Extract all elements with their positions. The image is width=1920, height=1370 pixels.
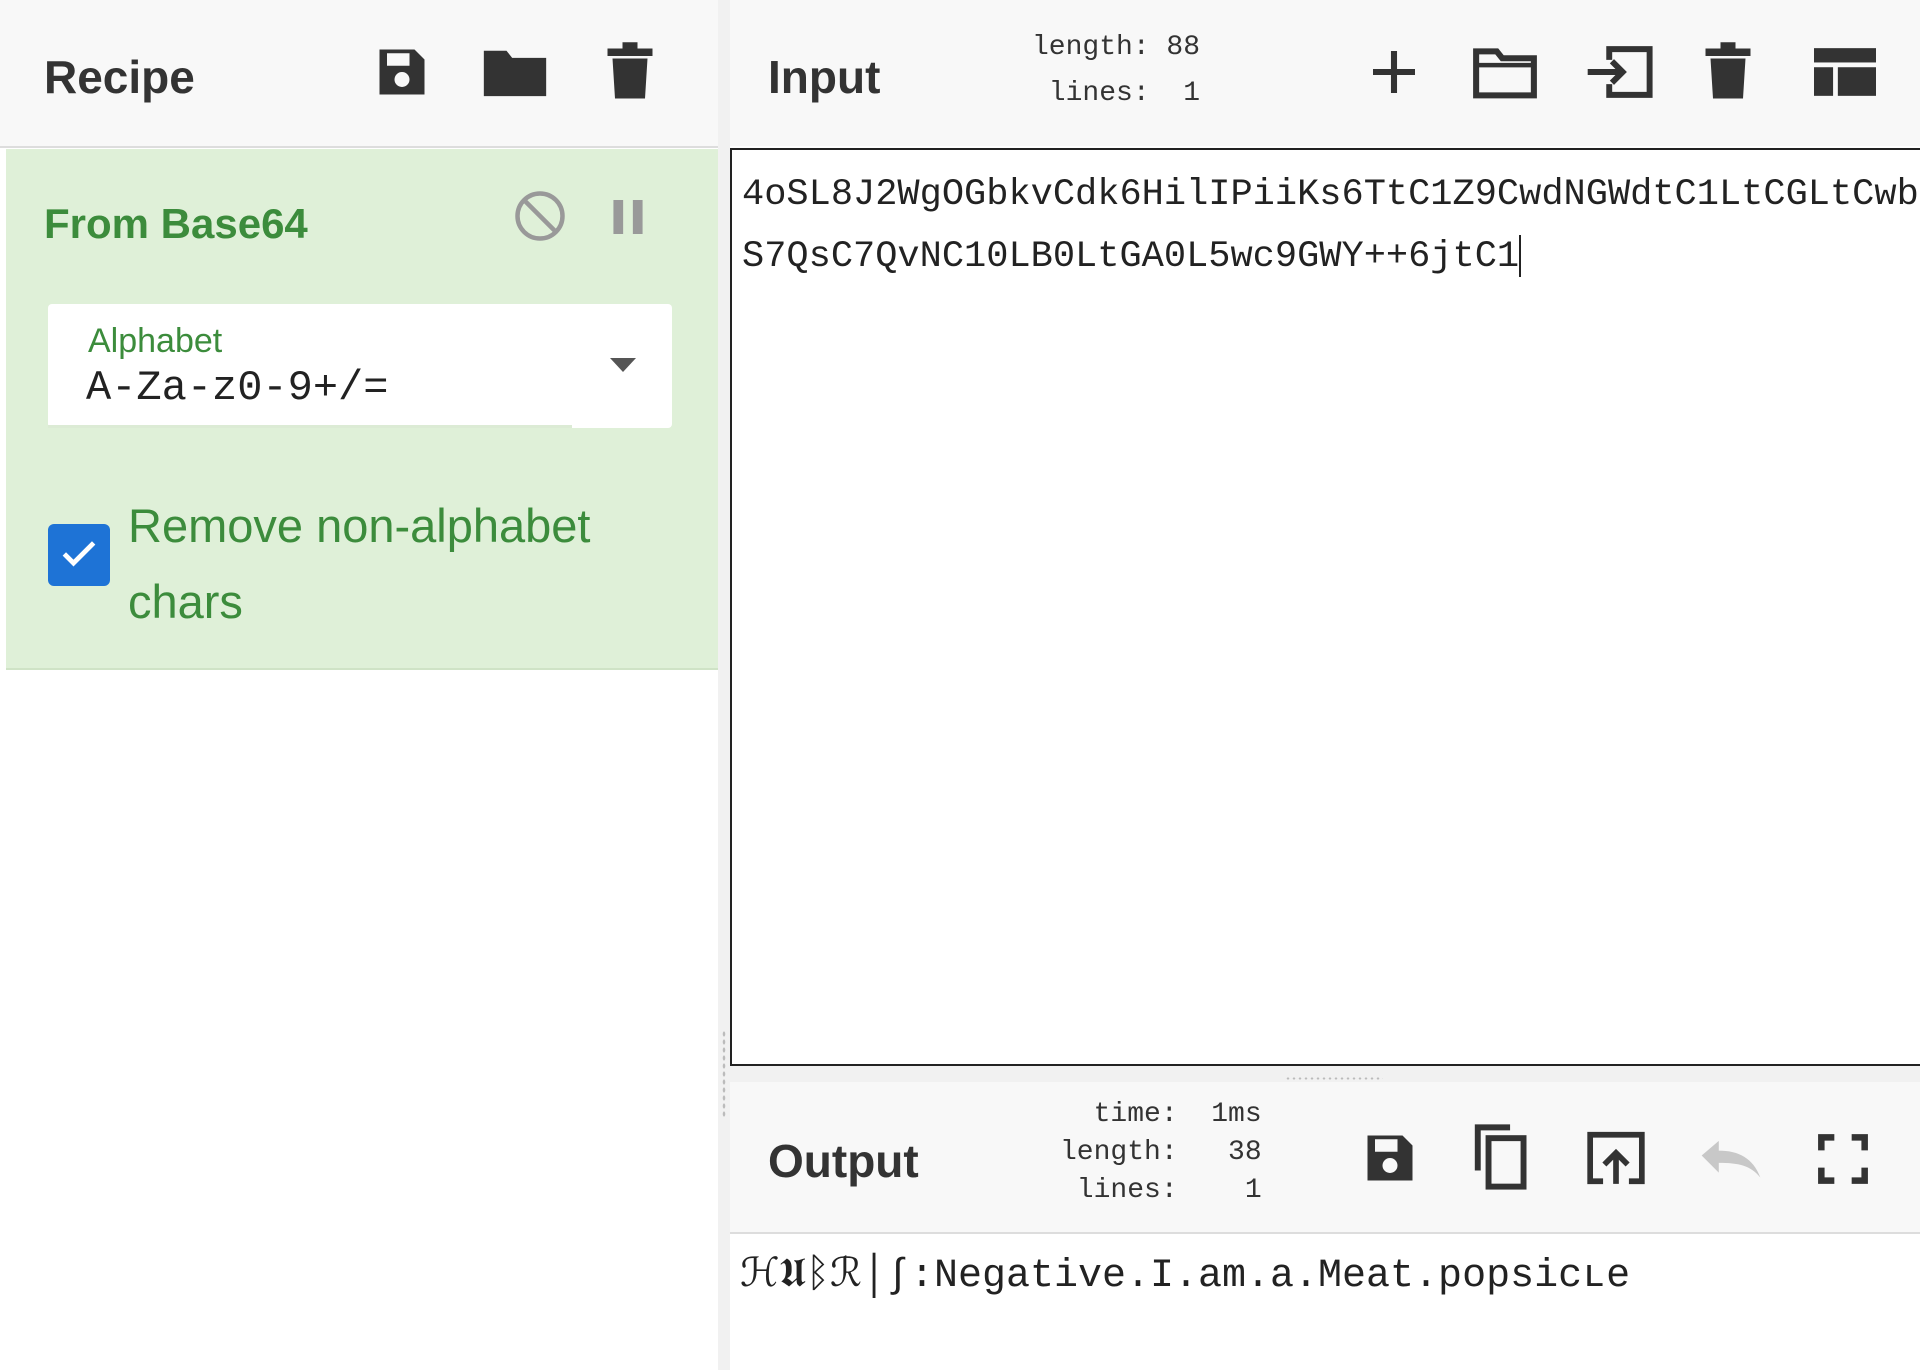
output-text: ℋ𝖀ᛒℛ│∫:Negative.I.am.a.Meat.popsicʟe — [740, 1254, 1631, 1299]
open-folder-icon[interactable] — [1470, 40, 1540, 104]
trash-icon[interactable] — [1698, 38, 1758, 104]
undo-icon[interactable] — [1696, 1130, 1766, 1186]
checkmark-icon — [57, 531, 101, 580]
save-icon[interactable] — [1358, 1126, 1422, 1190]
trash-icon[interactable] — [600, 38, 660, 104]
remove-non-alphabet-checkbox[interactable] — [48, 524, 110, 586]
horizontal-grip — [1285, 1076, 1383, 1081]
input-file-icon[interactable] — [1582, 40, 1658, 104]
alphabet-select[interactable]: Alphabet A-Za-z0-9+/= — [48, 304, 672, 428]
input-text-wrap: 4oSL8J2WgOGbkvCdk6HilIPiiKs6TtC1Z9CwdNGW… — [742, 164, 1920, 288]
output-stats: time: 1ms length: 38 lines: 1 — [1060, 1099, 1262, 1206]
replace-input-icon[interactable] — [1582, 1126, 1650, 1190]
recipe-pane: Recipe From Base64 Alphabet A-Za-z0-9+/=… — [0, 0, 719, 1370]
operation-title: From Base64 — [44, 200, 308, 247]
alphabet-underline — [48, 425, 572, 428]
output-title: Output — [768, 1135, 919, 1187]
chevron-down-icon[interactable] — [610, 358, 636, 377]
remove-non-alphabet-label[interactable]: Remove non-alphabet chars — [128, 488, 688, 640]
alphabet-label: Alphabet — [88, 322, 223, 360]
layout-icon[interactable] — [1810, 42, 1880, 102]
output-header: Output time: 1ms length: 38 lines: 1 — [730, 1082, 1920, 1234]
folder-icon[interactable] — [480, 40, 550, 104]
save-icon[interactable] — [370, 40, 434, 104]
vertical-resize-handle[interactable] — [718, 0, 730, 1370]
text-caret — [1519, 235, 1522, 278]
plus-icon[interactable] — [1362, 40, 1426, 104]
recipe-header: Recipe — [0, 0, 718, 148]
output-textarea[interactable]: ℋ𝖀ᛒℛ│∫:Negative.I.am.a.Meat.popsicʟe — [730, 1234, 1920, 1370]
copy-icon[interactable] — [1470, 1120, 1534, 1194]
input-textarea[interactable]: 4oSL8J2WgOGbkvCdk6HilIPiiKs6TtC1Z9CwdNGW… — [730, 148, 1920, 1066]
vertical-grip — [722, 1030, 726, 1118]
pause-icon[interactable] — [606, 192, 650, 242]
input-header: Input length: 88 lines: 1 — [730, 0, 1920, 146]
alphabet-value: A-Za-z0-9+/= — [86, 364, 389, 412]
disable-icon[interactable] — [512, 188, 568, 244]
input-title: Input — [768, 51, 881, 103]
input-stats: length: 88 lines: 1 — [1032, 32, 1201, 109]
recipe-title: Recipe — [44, 51, 195, 103]
maximize-icon[interactable] — [1812, 1128, 1874, 1190]
input-text: 4oSL8J2WgOGbkvCdk6HilIPiiKs6TtC1Z9CwdNGW… — [742, 174, 1919, 278]
